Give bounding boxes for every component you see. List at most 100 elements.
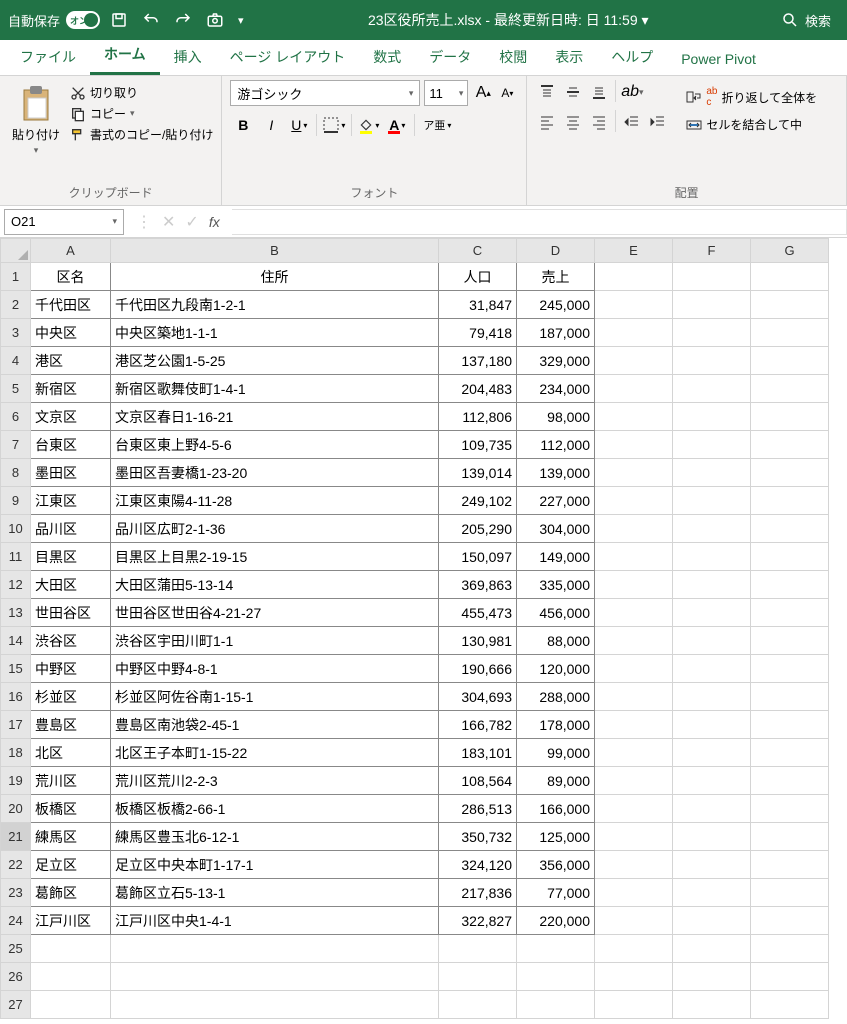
- cell[interactable]: 369,863: [439, 571, 517, 599]
- align-center-button[interactable]: [561, 110, 585, 134]
- row-header-4[interactable]: 4: [1, 347, 31, 375]
- increase-font-button[interactable]: A▴: [472, 82, 494, 104]
- cell[interactable]: [439, 991, 517, 1019]
- cell[interactable]: [595, 851, 673, 879]
- cell[interactable]: [751, 431, 829, 459]
- cell[interactable]: [751, 347, 829, 375]
- cell[interactable]: 220,000: [517, 907, 595, 935]
- cell[interactable]: [595, 319, 673, 347]
- cell[interactable]: [751, 851, 829, 879]
- search-box[interactable]: 検索: [773, 11, 839, 30]
- increase-indent-button[interactable]: [646, 110, 670, 134]
- spreadsheet-grid[interactable]: ABCDEFG1区名住所人口売上2千代田区千代田区九段南1-2-131,8472…: [0, 238, 847, 1024]
- cell[interactable]: 目黒区: [31, 543, 111, 571]
- cell[interactable]: [751, 487, 829, 515]
- cell[interactable]: 324,120: [439, 851, 517, 879]
- cell[interactable]: [673, 907, 751, 935]
- cell[interactable]: 99,000: [517, 739, 595, 767]
- qat-more-icon[interactable]: ▾: [238, 14, 244, 27]
- cell[interactable]: 204,483: [439, 375, 517, 403]
- row-header-3[interactable]: 3: [1, 319, 31, 347]
- cell[interactable]: [673, 963, 751, 991]
- cell[interactable]: 葛飾区: [31, 879, 111, 907]
- cell[interactable]: 77,000: [517, 879, 595, 907]
- row-header-7[interactable]: 7: [1, 431, 31, 459]
- cell[interactable]: 217,836: [439, 879, 517, 907]
- row-header-15[interactable]: 15: [1, 655, 31, 683]
- cell[interactable]: 台東区: [31, 431, 111, 459]
- name-box[interactable]: O21 ▾: [4, 209, 124, 235]
- font-size-dropdown[interactable]: 11 ▾: [424, 80, 468, 106]
- cell[interactable]: 234,000: [517, 375, 595, 403]
- cell[interactable]: 304,000: [517, 515, 595, 543]
- cell[interactable]: 304,693: [439, 683, 517, 711]
- row-header-14[interactable]: 14: [1, 627, 31, 655]
- cell[interactable]: 足立区中央本町1-17-1: [111, 851, 439, 879]
- column-header-E[interactable]: E: [595, 239, 673, 263]
- cell[interactable]: [673, 683, 751, 711]
- cell[interactable]: [751, 515, 829, 543]
- cell[interactable]: [751, 991, 829, 1019]
- cell[interactable]: [751, 935, 829, 963]
- cell[interactable]: 150,097: [439, 543, 517, 571]
- decrease-font-button[interactable]: A▾: [496, 82, 518, 104]
- bold-button[interactable]: B: [230, 112, 256, 138]
- cell[interactable]: [595, 879, 673, 907]
- cell[interactable]: [673, 627, 751, 655]
- cell[interactable]: [673, 263, 751, 291]
- cell[interactable]: 渋谷区: [31, 627, 111, 655]
- cell[interactable]: [673, 655, 751, 683]
- cell[interactable]: 売上: [517, 263, 595, 291]
- cell[interactable]: 166,782: [439, 711, 517, 739]
- align-top-button[interactable]: [535, 80, 559, 104]
- row-header-20[interactable]: 20: [1, 795, 31, 823]
- cell[interactable]: [673, 851, 751, 879]
- cell[interactable]: 249,102: [439, 487, 517, 515]
- cell[interactable]: 112,806: [439, 403, 517, 431]
- cell[interactable]: [751, 459, 829, 487]
- cell[interactable]: 文京区: [31, 403, 111, 431]
- cell[interactable]: [751, 739, 829, 767]
- cell[interactable]: [31, 991, 111, 1019]
- cell[interactable]: [595, 627, 673, 655]
- row-header-9[interactable]: 9: [1, 487, 31, 515]
- cell[interactable]: 人口: [439, 263, 517, 291]
- cell[interactable]: [751, 655, 829, 683]
- cell[interactable]: [751, 263, 829, 291]
- fill-color-button[interactable]: ▾: [356, 112, 382, 138]
- column-header-G[interactable]: G: [751, 239, 829, 263]
- cell[interactable]: 286,513: [439, 795, 517, 823]
- cell[interactable]: [751, 711, 829, 739]
- cell[interactable]: 137,180: [439, 347, 517, 375]
- cell[interactable]: [673, 599, 751, 627]
- cell[interactable]: 227,000: [517, 487, 595, 515]
- cell[interactable]: 墨田区吾妻橋1-23-20: [111, 459, 439, 487]
- cell[interactable]: 江戸川区中央1-4-1: [111, 907, 439, 935]
- cell[interactable]: [673, 739, 751, 767]
- enter-icon[interactable]: ✓: [185, 212, 198, 232]
- cell[interactable]: [751, 683, 829, 711]
- row-header-18[interactable]: 18: [1, 739, 31, 767]
- cell[interactable]: [673, 515, 751, 543]
- camera-icon[interactable]: [206, 11, 224, 29]
- column-header-D[interactable]: D: [517, 239, 595, 263]
- cell[interactable]: [595, 571, 673, 599]
- cell[interactable]: [111, 991, 439, 1019]
- tab-校閲[interactable]: 校閲: [485, 39, 541, 75]
- cell[interactable]: [517, 963, 595, 991]
- cell[interactable]: [673, 403, 751, 431]
- cell[interactable]: [595, 823, 673, 851]
- cell[interactable]: [673, 823, 751, 851]
- cell[interactable]: [751, 543, 829, 571]
- cell[interactable]: 住所: [111, 263, 439, 291]
- cell[interactable]: 139,014: [439, 459, 517, 487]
- underline-button[interactable]: U▾: [286, 112, 312, 138]
- cell[interactable]: [517, 935, 595, 963]
- cell[interactable]: 183,101: [439, 739, 517, 767]
- cell[interactable]: 文京区春日1-16-21: [111, 403, 439, 431]
- cell[interactable]: 166,000: [517, 795, 595, 823]
- cell[interactable]: 88,000: [517, 627, 595, 655]
- cell[interactable]: 288,000: [517, 683, 595, 711]
- cell[interactable]: 江東区: [31, 487, 111, 515]
- save-icon[interactable]: [110, 11, 128, 29]
